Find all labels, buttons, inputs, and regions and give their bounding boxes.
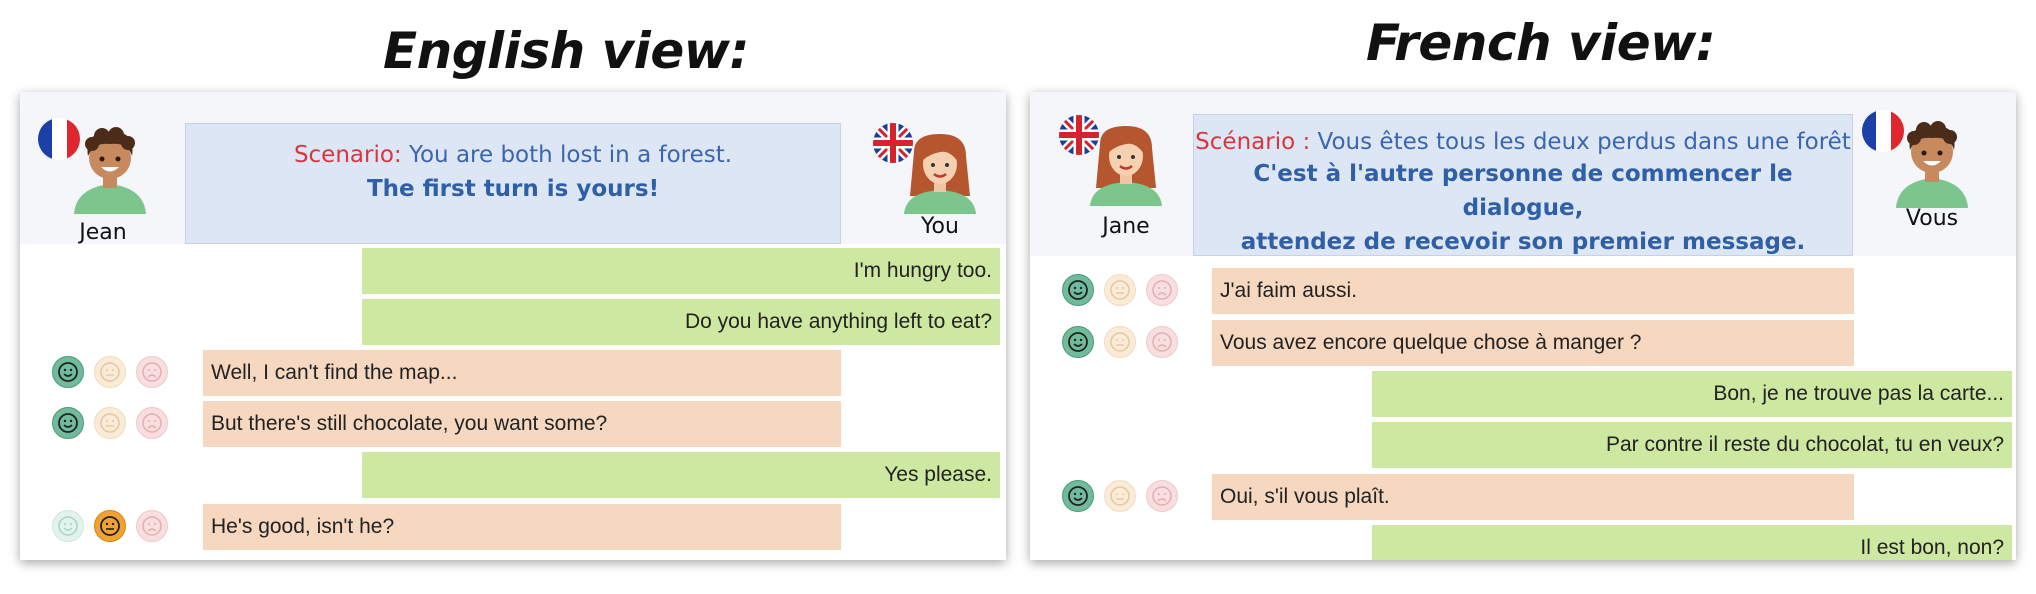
happy-face-icon[interactable] <box>52 407 84 439</box>
chat-messages: I'm hungry too. Do you have anything lef… <box>20 244 1006 560</box>
french-view-title: French view: <box>1366 14 1716 72</box>
english-view-title: English view: <box>383 22 749 80</box>
happy-face-icon[interactable] <box>1062 326 1094 358</box>
scenario-box: Scenario: You are both lost in a forest.… <box>185 123 841 244</box>
scenario-instruction: The first turn is yours! <box>366 176 660 202</box>
sad-face-icon[interactable] <box>1146 274 1178 306</box>
scenario-label: Scénario : <box>1195 129 1311 155</box>
happy-face-icon[interactable] <box>1062 480 1094 512</box>
neutral-face-icon[interactable] <box>1104 274 1136 306</box>
neutral-face-icon[interactable] <box>94 407 126 439</box>
self-name: You <box>921 214 959 239</box>
chat-messages: J'ai faim aussi. Vous avez encore quelqu… <box>1030 256 2016 560</box>
message-self: Yes please. <box>362 452 1000 498</box>
message-self: Do you have anything left to eat? <box>362 299 1000 345</box>
scenario-box: Scénario : Vous êtes tous les deux perdu… <box>1193 114 1853 256</box>
male-avatar-icon <box>74 127 146 214</box>
message-partner: J'ai faim aussi. <box>1212 268 1854 314</box>
french-chat-panel: Jane Scénario : Vous êtes tous les deux … <box>1030 92 2016 560</box>
message-partner: He's good, isn't he? <box>203 504 841 550</box>
happy-face-icon[interactable] <box>1062 274 1094 306</box>
sad-face-icon[interactable] <box>136 407 168 439</box>
scenario-instruction-2: attendez de recevoir son premier message… <box>1240 229 1806 255</box>
neutral-face-icon[interactable] <box>1104 326 1136 358</box>
happy-face-icon[interactable] <box>52 510 84 542</box>
self-name: Vous <box>1905 206 1959 231</box>
scenario-text: Vous êtes tous les deux perdus dans une … <box>1310 129 1851 155</box>
partner-name: Jane <box>1102 214 1150 239</box>
neutral-face-icon[interactable] <box>94 510 126 542</box>
message-partner: Oui, s'il vous plaît. <box>1212 474 1854 520</box>
female-avatar-icon <box>1090 126 1162 206</box>
message-partner: But there's still chocolate, you want so… <box>203 401 841 447</box>
message-partner: Vous avez encore quelque chose à manger … <box>1212 320 1854 366</box>
neutral-face-icon[interactable] <box>94 356 126 388</box>
english-chat-panel: Jean Scenario: You are both lost in a fo… <box>20 92 1006 560</box>
sad-face-icon[interactable] <box>136 356 168 388</box>
sad-face-icon[interactable] <box>1146 326 1178 358</box>
happy-face-icon[interactable] <box>52 356 84 388</box>
message-partner: Well, I can't find the map... <box>203 350 841 396</box>
female-avatar-icon <box>904 134 976 214</box>
male-avatar-icon <box>1896 121 1968 208</box>
message-self: Bon, je ne trouve pas la carte... <box>1372 371 2012 417</box>
sad-face-icon[interactable] <box>1146 480 1178 512</box>
message-self: Par contre il reste du chocolat, tu en v… <box>1372 422 2012 468</box>
scenario-text: You are both lost in a forest. <box>401 142 733 168</box>
neutral-face-icon[interactable] <box>1104 480 1136 512</box>
message-self: I'm hungry too. <box>362 248 1000 294</box>
partner-name: Jean <box>79 220 127 245</box>
message-self: Il est bon, non? <box>1372 525 2012 560</box>
sad-face-icon[interactable] <box>136 510 168 542</box>
scenario-instruction: C'est à l'autre personne de commencer le… <box>1253 161 1793 221</box>
scenario-label: Scenario: <box>293 142 402 168</box>
